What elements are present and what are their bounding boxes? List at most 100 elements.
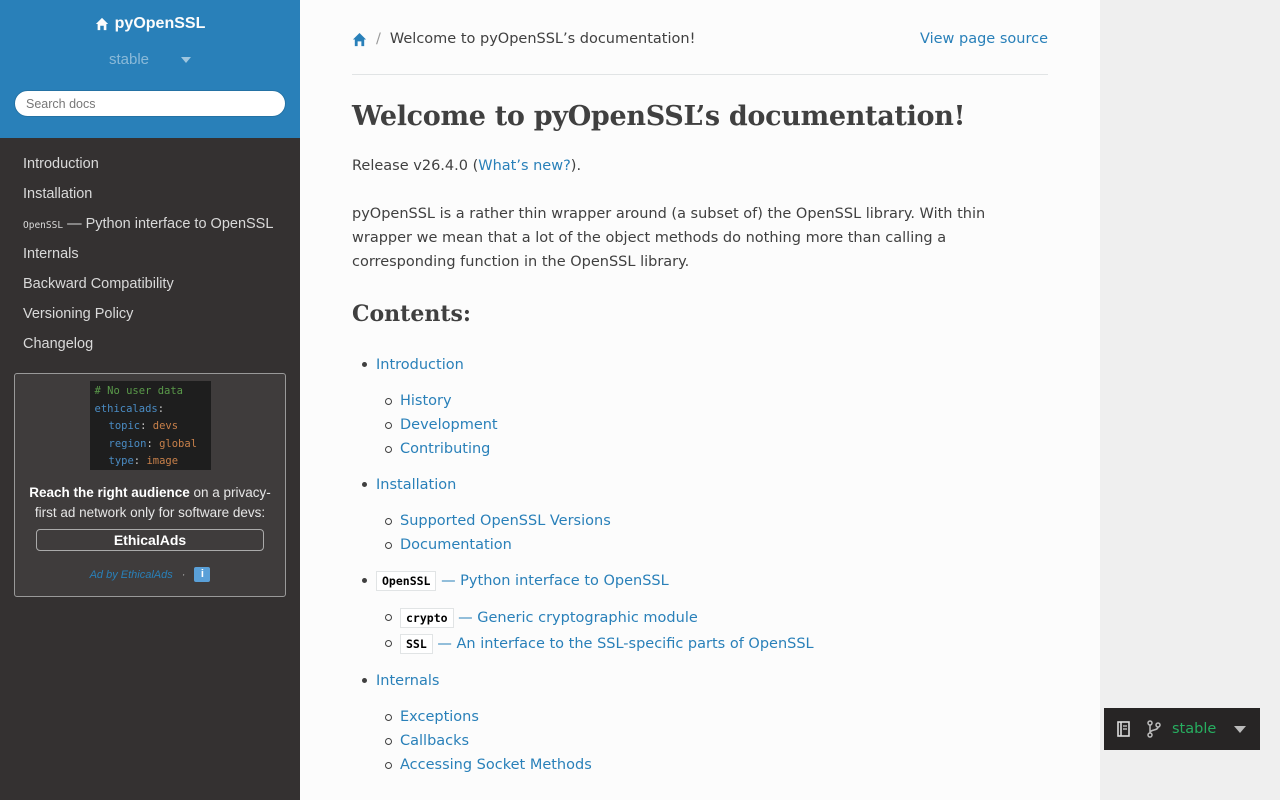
ad-dot: · [181, 568, 186, 581]
breadcrumb-home[interactable] [352, 32, 367, 47]
intro-paragraph: pyOpenSSL is a rather thin wrapper aroun… [352, 206, 986, 270]
sidebar-item-installation[interactable]: Installation [0, 179, 300, 209]
toc-code: OpenSSL [376, 571, 437, 591]
toc-link[interactable]: Installation [376, 473, 1048, 497]
toc-subitem: Contributing [376, 437, 1048, 461]
toc-item-installation: Installation Supported OpenSSL Versions … [352, 473, 1048, 557]
sidebar-header: pyOpenSSL stable [0, 0, 300, 138]
contents-heading: Contents: [352, 301, 472, 327]
toc-subitem: History [376, 389, 1048, 413]
info-icon[interactable]: i [194, 567, 211, 582]
toc-link[interactable]: Development [400, 417, 498, 433]
sidebar-item-label: Installation [23, 186, 93, 202]
toc-item-internals: Internals Exceptions Callbacks Accessing… [352, 669, 1048, 777]
sidebar-item-label: Introduction [23, 156, 99, 172]
ad-code-value: image [146, 455, 179, 467]
main-content: / Welcome to pyOpenSSL’s documentation! … [300, 0, 1100, 800]
ad-code-key: topic [108, 420, 141, 432]
release-prefix: Release v26.4.0 ( [352, 158, 479, 174]
toc-link[interactable]: History [400, 393, 452, 409]
ethicalads-box: # No user data ethicalads: topic: devs r… [14, 373, 286, 597]
sidebar-item-code: OpenSSL [23, 220, 64, 231]
ethicalads-button[interactable]: EthicalAds [36, 529, 264, 551]
toc-sublist: History Development Contributing [376, 389, 1048, 461]
ad-code-value: devs [152, 420, 179, 432]
breadcrumb: / Welcome to pyOpenSSL’s documentation! … [352, 0, 1048, 75]
project-home-link[interactable]: pyOpenSSL [95, 15, 206, 33]
whats-new-link[interactable]: What’s new? [478, 158, 571, 174]
git-branch-icon [1147, 720, 1161, 738]
ad-attribution: Ad by EthicalAds · i [15, 567, 285, 582]
ad-text: Reach the right audience on a privacy-fi… [25, 483, 275, 523]
toc-subitem: Exceptions [376, 705, 1048, 729]
toc-subitem: Supported OpenSSL Versions [376, 509, 1048, 533]
toc-link[interactable]: SSL — An interface to the SSL-specific p… [400, 634, 814, 654]
toc-link[interactable]: Accessing Socket Methods [400, 757, 592, 773]
project-name: pyOpenSSL [114, 15, 206, 32]
toc-code: crypto [400, 608, 454, 628]
toc-label: — An interface to the SSL-specific parts… [432, 636, 814, 652]
content-inner: / Welcome to pyOpenSSL’s documentation! … [352, 0, 1048, 789]
toc-sublist: Supported OpenSSL Versions Documentation [376, 509, 1048, 557]
breadcrumb-current: Welcome to pyOpenSSL’s documentation! [389, 31, 696, 47]
toc-link[interactable]: Internals [376, 669, 1048, 693]
ad-code-key: region [108, 437, 147, 450]
ad-by-link[interactable]: Ad by EthicalAds [90, 569, 173, 581]
home-icon [95, 17, 108, 31]
toc-sublist: Exceptions Callbacks Accessing Socket Me… [376, 705, 1048, 777]
book-icon [1117, 721, 1130, 737]
breadcrumb-separator: / [376, 31, 381, 47]
view-page-source-link[interactable]: View page source [920, 31, 1048, 47]
ad-code-value: global [159, 437, 198, 450]
toc-item-introduction: Introduction History Development Contrib… [352, 353, 1048, 461]
sidebar-item-internals[interactable]: Internals [0, 239, 300, 269]
ad-code-line: region: global [108, 437, 198, 450]
version-flyout-label: stable [1172, 721, 1217, 737]
search-box[interactable] [14, 90, 286, 117]
sidebar: pyOpenSSL stable Introduction Installati… [0, 0, 300, 800]
toc-link[interactable]: OpenSSL — Python interface to OpenSSL [376, 569, 1048, 593]
release-line: Release v26.4.0 (What’s new?). [352, 154, 1048, 178]
ad-image[interactable]: # No user data ethicalads: topic: devs r… [89, 381, 211, 470]
ad-code-line: topic: devs [108, 420, 179, 432]
version-label: stable [108, 51, 150, 68]
toc-subitem: Development [376, 413, 1048, 437]
toc: Introduction History Development Contrib… [352, 353, 1048, 777]
sidebar-item-introduction[interactable]: Introduction [0, 149, 300, 179]
toc-code: SSL [400, 634, 433, 654]
sidebar-item-versioning-policy[interactable]: Versioning Policy [0, 299, 300, 329]
toc-link[interactable]: crypto — Generic cryptographic module [400, 608, 698, 628]
sidebar-item-label: Versioning Policy [23, 306, 134, 322]
sidebar-item-changelog[interactable]: Changelog [0, 329, 300, 359]
chevron-down-icon [181, 56, 192, 63]
home-icon [352, 32, 367, 46]
chevron-down-icon [1234, 725, 1247, 733]
version-flyout[interactable]: stable [1104, 708, 1260, 750]
page-title: Welcome to pyOpenSSL’s documentation! [352, 101, 966, 132]
sidebar-nav: Introduction Installation OpenSSL — Pyth… [0, 138, 300, 359]
right-gutter [1100, 0, 1280, 800]
sidebar-item-openssl[interactable]: OpenSSL — Python interface to OpenSSL [0, 209, 300, 239]
ad-text-bold[interactable]: Reach the right audience [29, 485, 190, 500]
toc-link[interactable]: Contributing [400, 441, 490, 457]
ad-code-key: ethicalads [94, 402, 158, 415]
sidebar-item-backward-compatibility[interactable]: Backward Compatibility [0, 269, 300, 299]
version-select[interactable]: stable [0, 51, 300, 68]
toc-link[interactable]: Exceptions [400, 709, 479, 725]
release-suffix: ). [570, 158, 582, 174]
toc-subitem: SSL — An interface to the SSL-specific p… [376, 631, 1048, 657]
search-input[interactable] [26, 96, 274, 111]
toc-label: — Generic cryptographic module [453, 610, 698, 626]
sidebar-item-label: Backward Compatibility [23, 276, 174, 292]
toc-link[interactable]: Supported OpenSSL Versions [400, 513, 611, 529]
toc-link[interactable]: Introduction [376, 353, 1048, 377]
toc-subitem: Callbacks [376, 729, 1048, 753]
toc-label: — Python interface to OpenSSL [436, 573, 669, 589]
sidebar-item-label: Changelog [23, 336, 94, 352]
toc-link[interactable]: Documentation [400, 537, 512, 553]
toc-subitem: Documentation [376, 533, 1048, 557]
sidebar-item-label: Internals [23, 246, 79, 262]
toc-link[interactable]: Callbacks [400, 733, 469, 749]
ad-code-key: type [108, 455, 134, 467]
toc-subitem: Accessing Socket Methods [376, 753, 1048, 777]
